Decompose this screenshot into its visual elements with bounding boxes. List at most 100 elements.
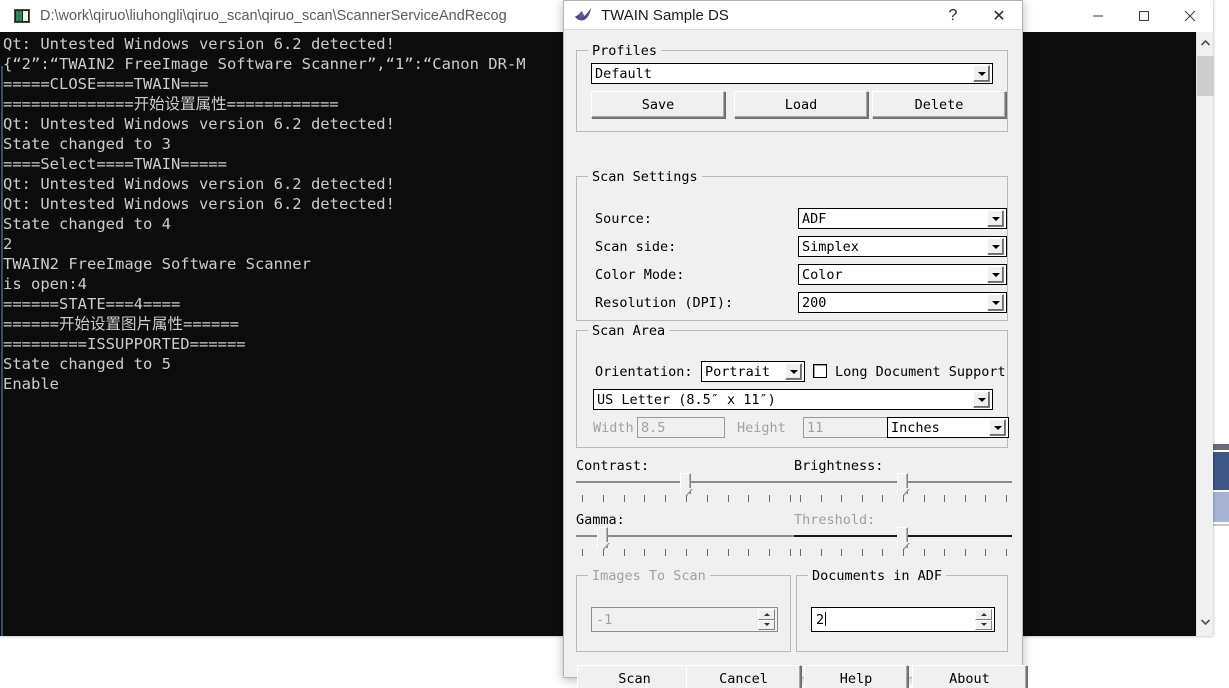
console-window-controls	[1075, 0, 1213, 32]
contrast-slider[interactable]	[576, 473, 796, 503]
dialog-window-controls: ? ✕	[930, 1, 1022, 30]
spin-up-icon	[758, 609, 775, 620]
dialog-title: TWAIN Sample DS	[601, 6, 729, 24]
scan-area-group: Scan Area Orientation: Portrait Long Doc…	[576, 323, 1009, 448]
source-label: Source:	[595, 211, 652, 227]
images-to-scan-stepper: -1	[591, 607, 778, 632]
images-to-scan-spin-buttons	[758, 609, 775, 630]
scan-side-select[interactable]: Simplex	[798, 236, 1007, 257]
gamma-slider-track[interactable]	[576, 535, 796, 537]
scan-button[interactable]: Scan	[577, 665, 692, 688]
height-input: 11	[803, 417, 889, 438]
swallow-bird-icon	[574, 7, 592, 21]
delete-profile-label: Delete	[914, 96, 964, 113]
documents-in-adf-legend: Documents in ADF	[808, 568, 947, 584]
profile-select[interactable]: Default	[591, 63, 993, 84]
scroll-up-icon[interactable]	[1197, 34, 1214, 51]
help-button-label: Help	[839, 670, 873, 687]
cmd-icon	[14, 9, 30, 23]
about-button[interactable]: About	[912, 665, 1027, 688]
scan-settings-group: Scan Settings Source: ADF Scan side: Sim…	[576, 169, 1008, 321]
console-output-text: Qt: Untested Windows version 6.2 detecte…	[3, 35, 526, 393]
spin-up-icon[interactable]	[975, 609, 992, 620]
height-label: Height	[737, 420, 786, 436]
dialog-titlebar[interactable]: TWAIN Sample DS ? ✕	[564, 1, 1022, 30]
dialog-content: Profiles Default Save Load Delete Scan S…	[564, 30, 1027, 688]
dialog-close-icon[interactable]: ✕	[976, 1, 1022, 30]
gamma-slider-thumb[interactable]	[597, 527, 608, 548]
documents-in-adf-group: Documents in ADF 2	[796, 568, 1008, 652]
save-profile-label: Save	[641, 96, 675, 113]
color-mode-label: Color Mode:	[595, 267, 685, 283]
orientation-select[interactable]: Portrait	[701, 361, 805, 382]
spin-down-icon[interactable]	[975, 619, 992, 630]
console-title-text: D:\work\qiruo\liuhongli\qiruo_scan\qiruo…	[40, 8, 507, 24]
profile-select-value: Default	[595, 65, 652, 82]
gamma-label: Gamma:	[576, 512, 625, 528]
save-profile-button[interactable]: Save	[591, 91, 725, 118]
scan-settings-legend: Scan Settings	[588, 169, 702, 185]
documents-in-adf-spin-buttons[interactable]	[975, 609, 992, 630]
resolution-select[interactable]: 200	[798, 292, 1007, 313]
threshold-slider-ticks	[794, 549, 1012, 557]
height-input-value: 11	[807, 419, 824, 436]
profiles-legend: Profiles	[588, 43, 662, 59]
orientation-select-value: Portrait	[705, 363, 771, 380]
twain-sample-ds-dialog: TWAIN Sample DS ? ✕ Profiles Default Sav…	[563, 0, 1027, 688]
units-select[interactable]: Inches	[887, 417, 1009, 438]
chevron-down-icon[interactable]	[987, 238, 1004, 255]
profiles-group: Profiles Default Save Load Delete	[576, 43, 1008, 132]
chevron-down-icon[interactable]	[785, 363, 802, 380]
images-to-scan-value: -1	[596, 611, 613, 628]
orientation-label: Orientation:	[595, 364, 693, 380]
cancel-button[interactable]: Cancel	[686, 665, 801, 688]
scroll-down-icon[interactable]	[1197, 613, 1214, 630]
scan-side-select-value: Simplex	[802, 238, 859, 255]
resolution-label: Resolution (DPI):	[595, 295, 734, 311]
background-window-sliver	[1212, 420, 1229, 540]
color-mode-select-value: Color	[802, 266, 843, 283]
paper-size-select[interactable]: US Letter (8.5″ x 11″)	[593, 389, 993, 410]
minimize-icon[interactable]	[1075, 0, 1121, 32]
brightness-slider-ticks	[794, 495, 1012, 503]
gamma-slider-ticks	[576, 549, 796, 557]
source-select[interactable]: ADF	[798, 208, 1007, 229]
about-button-label: About	[949, 670, 990, 687]
brightness-label: Brightness:	[794, 458, 884, 474]
contrast-label: Contrast:	[576, 458, 650, 474]
console-scrollbar[interactable]	[1196, 32, 1214, 636]
chevron-down-icon[interactable]	[987, 266, 1004, 283]
color-mode-select[interactable]: Color	[798, 264, 1007, 285]
source-select-value: ADF	[802, 210, 827, 227]
close-icon[interactable]	[1167, 0, 1213, 32]
resolution-select-value: 200	[802, 294, 827, 311]
images-to-scan-legend: Images To Scan	[588, 568, 710, 584]
help-question-icon[interactable]: ?	[930, 1, 976, 30]
brightness-slider-thumb[interactable]	[897, 473, 908, 494]
width-label: Width	[593, 420, 634, 436]
width-input-value: 8.5	[641, 419, 666, 436]
documents-in-adf-stepper[interactable]: 2	[811, 607, 995, 632]
help-button[interactable]: Help	[804, 665, 908, 688]
chevron-down-icon[interactable]	[987, 210, 1004, 227]
contrast-slider-ticks	[576, 495, 796, 503]
cancel-button-label: Cancel	[719, 670, 768, 687]
chevron-down-icon[interactable]	[989, 419, 1006, 436]
scan-side-label: Scan side:	[595, 239, 677, 255]
scrollbar-thumb[interactable]	[1197, 56, 1214, 96]
delete-profile-button[interactable]: Delete	[872, 91, 1006, 118]
maximize-icon[interactable]	[1121, 0, 1167, 32]
brightness-slider[interactable]	[794, 473, 1012, 503]
gamma-slider[interactable]	[576, 527, 796, 557]
text-caret	[825, 611, 827, 626]
contrast-slider-thumb[interactable]	[680, 473, 691, 494]
chevron-down-icon[interactable]	[973, 391, 990, 408]
long-document-support-checkbox[interactable]	[813, 364, 827, 378]
chevron-down-icon[interactable]	[973, 65, 990, 82]
long-document-support-label: Long Document Support	[835, 364, 1006, 380]
width-input: 8.5	[637, 417, 725, 438]
threshold-slider	[794, 527, 1012, 557]
load-profile-button[interactable]: Load	[734, 91, 868, 118]
chevron-down-icon[interactable]	[987, 294, 1004, 311]
screen: D:\work\qiruo\liuhongli\qiruo_scan\qiruo…	[0, 0, 1229, 688]
